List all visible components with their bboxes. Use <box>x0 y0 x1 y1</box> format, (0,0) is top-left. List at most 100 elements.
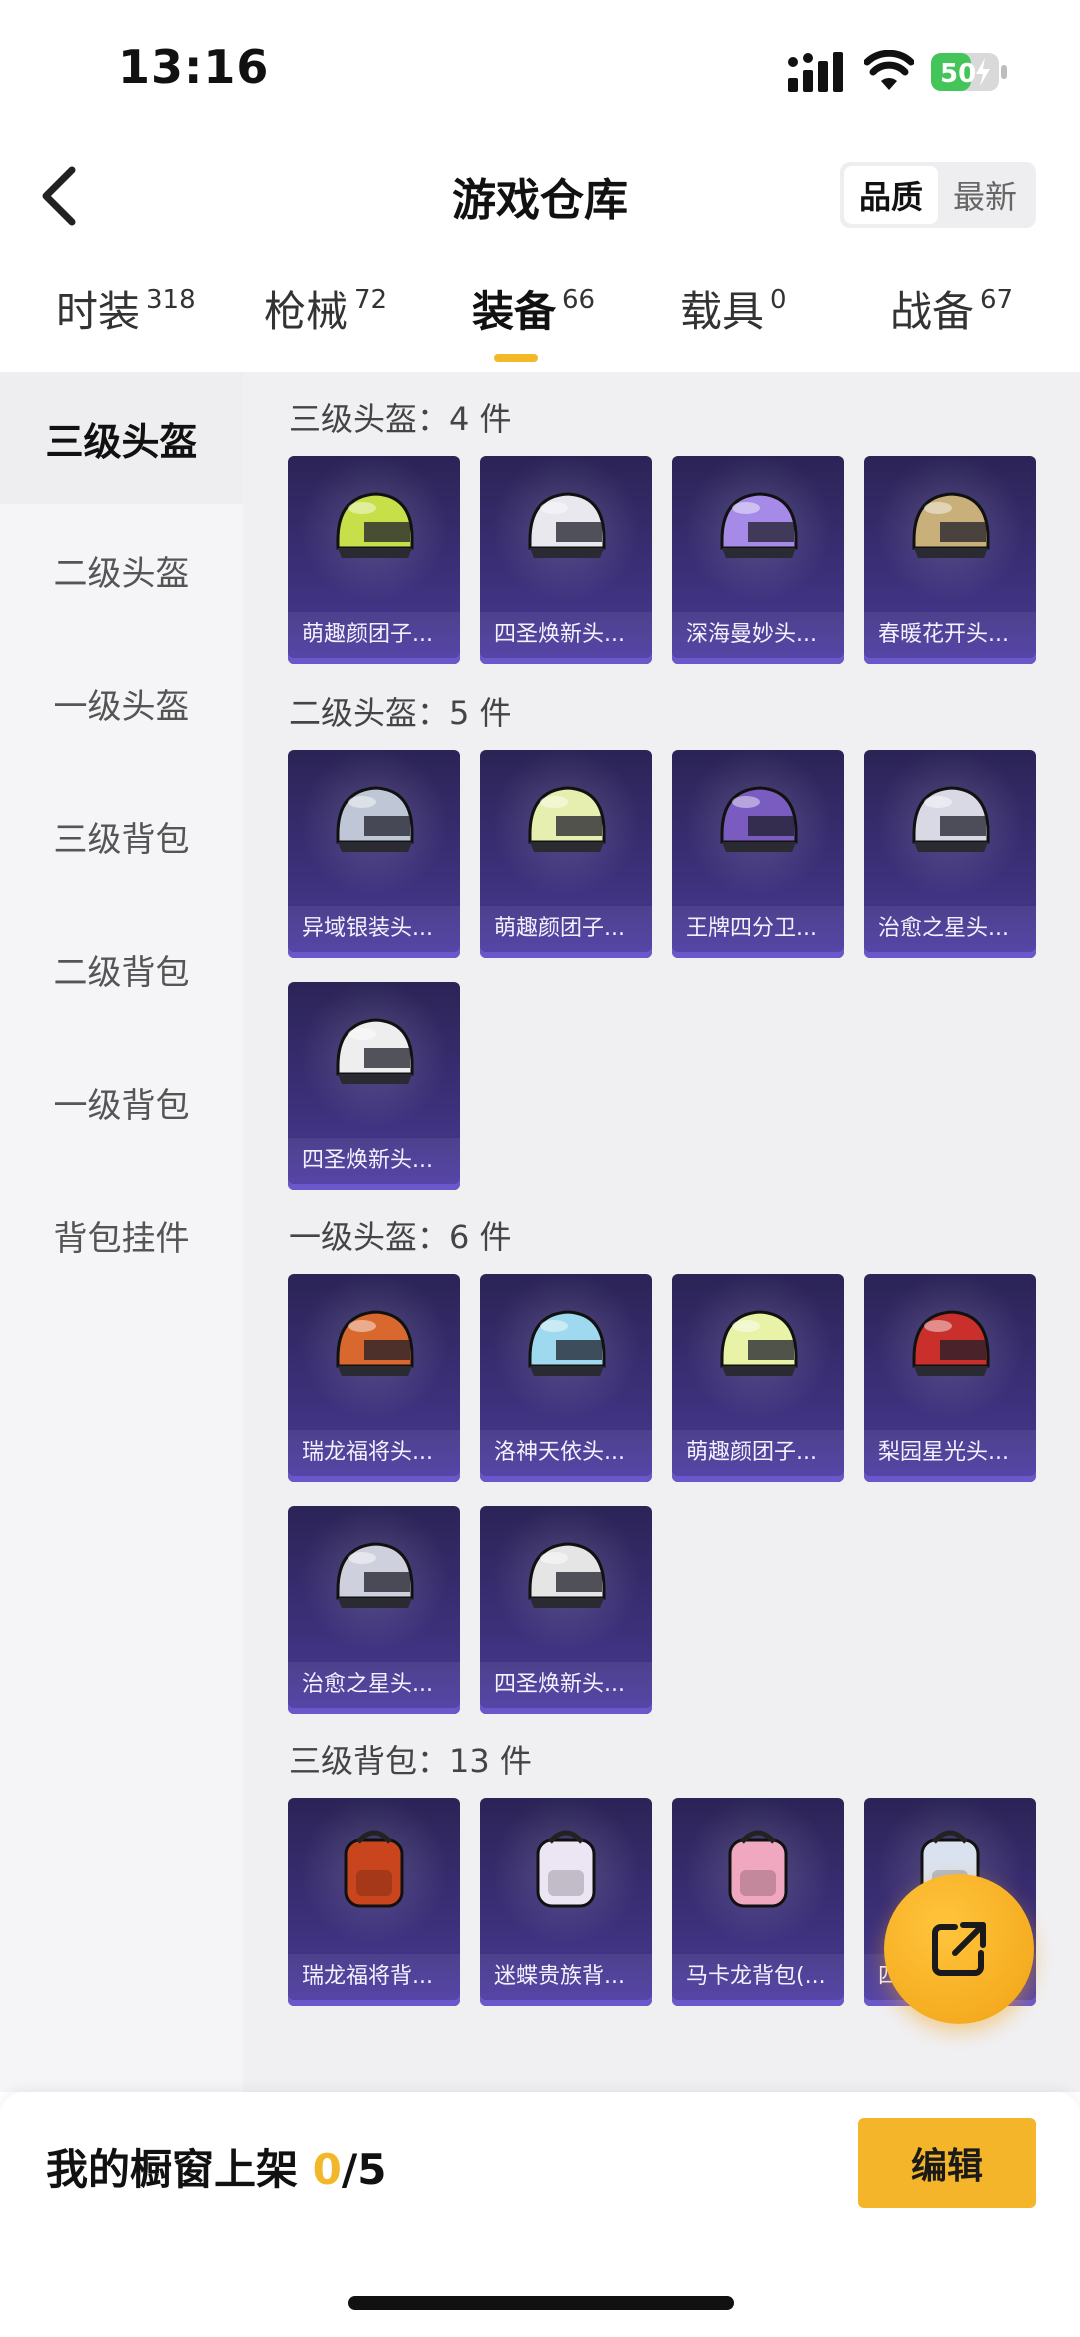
battery-level: 50 <box>940 59 976 89</box>
sidebar-item-level3-backpack[interactable]: 三级背包 <box>0 770 243 902</box>
tab-firearms[interactable]: 枪械 72 <box>264 278 387 339</box>
helmet-football-icon <box>720 786 798 852</box>
tab-fashion[interactable]: 时装 318 <box>56 278 196 339</box>
tab-count: 67 <box>980 285 1014 315</box>
helmet-floral-icon <box>912 492 990 558</box>
item-card[interactable]: 萌趣颜团子... <box>672 1274 844 1482</box>
helmet-silver-icon <box>336 786 414 852</box>
item-name: 萌趣颜团子... <box>288 612 460 658</box>
item-name: 四圣焕新头... <box>480 612 652 658</box>
item-name: 深海曼妙头... <box>672 612 844 658</box>
helmet-red-icon <box>912 1310 990 1376</box>
tab-supplies[interactable]: 战备 67 <box>890 278 1013 339</box>
item-card[interactable]: 瑞龙福将背... <box>288 1798 460 2006</box>
helmet-green-icon <box>528 786 606 852</box>
tab-label: 枪械 <box>264 287 349 336</box>
item-card[interactable]: 治愈之星头... <box>864 750 1036 958</box>
tab-equipment[interactable]: 装备 66 <box>472 278 595 339</box>
section-title: 二级头盔：5 件 <box>289 694 512 732</box>
item-card[interactable]: 深海曼妙头... <box>672 456 844 664</box>
helmet-white-icon <box>528 1542 606 1608</box>
sort-quality-option[interactable]: 品质 <box>844 166 938 224</box>
sort-toggle: 品质 最新 <box>840 162 1036 228</box>
tab-count: 66 <box>562 285 596 315</box>
helmet-crown-icon <box>720 492 798 558</box>
edit-button[interactable]: 编辑 <box>858 2118 1036 2208</box>
sidebar-item-level1-backpack[interactable]: 一级背包 <box>0 1036 243 1168</box>
shelf-used-count: 0 <box>312 2145 342 2194</box>
showcase-shelf-status: 我的橱窗上架 0/5 <box>46 2136 386 2197</box>
backpack-pink-icon <box>728 1830 788 1908</box>
shelf-label: 我的橱窗上架 <box>46 2145 313 2194</box>
active-tab-indicator <box>494 354 538 362</box>
cellular-signal-icon <box>788 52 843 92</box>
section-title: 三级头盔：4 件 <box>289 400 512 438</box>
item-name: 王牌四分卫... <box>672 906 844 952</box>
sidebar: 三级头盔 二级头盔 一级头盔 三级背包 二级背包 一级背包 背包挂件 <box>0 372 243 2092</box>
sidebar-item-level1-helmet[interactable]: 一级头盔 <box>0 637 243 769</box>
sidebar-item-level2-backpack[interactable]: 二级背包 <box>0 903 243 1035</box>
tab-label: 载具 <box>680 287 765 336</box>
item-name: 四圣焕新头... <box>480 1662 652 1708</box>
item-name: 异域银装头... <box>288 906 460 952</box>
item-name: 春暖花开头... <box>864 612 1036 658</box>
item-card[interactable]: 洛神天依头... <box>480 1274 652 1482</box>
item-card[interactable]: 王牌四分卫... <box>672 750 844 958</box>
tab-label: 装备 <box>472 287 557 336</box>
item-name: 治愈之星头... <box>864 906 1036 952</box>
tab-vehicles[interactable]: 载具 0 <box>680 278 787 339</box>
item-name: 治愈之星头... <box>288 1662 460 1708</box>
shelf-total-count: /5 <box>341 2145 387 2194</box>
category-tabs: 时装 318 枪械 72 装备 66 载具 0 战备 67 <box>0 250 1080 372</box>
item-name: 四圣焕新头... <box>288 1138 460 1184</box>
helmet-blue-icon <box>528 1310 606 1376</box>
item-name: 梨园星光头... <box>864 1430 1036 1476</box>
section-title: 一级头盔：6 件 <box>289 1218 512 1256</box>
status-time: 13:16 <box>118 40 270 94</box>
item-card[interactable]: 春暖花开头... <box>864 456 1036 664</box>
tab-label: 时装 <box>56 287 141 336</box>
item-name: 迷蝶贵族背... <box>480 1954 652 2000</box>
item-name: 瑞龙福将头... <box>288 1430 460 1476</box>
page-header: 游戏仓库 品质 最新 <box>0 140 1080 250</box>
tab-count: 318 <box>146 285 196 315</box>
item-card[interactable]: 瑞龙福将头... <box>288 1274 460 1482</box>
wifi-icon <box>864 50 914 90</box>
item-card[interactable]: 四圣焕新头... <box>480 456 652 664</box>
sidebar-item-backpack-pendant[interactable]: 背包挂件 <box>0 1169 243 1301</box>
item-card[interactable]: 异域银装头... <box>288 750 460 958</box>
item-card[interactable]: 萌趣颜团子... <box>288 456 460 664</box>
share-fab-button[interactable] <box>884 1874 1034 2024</box>
item-card[interactable]: 迷蝶贵族背... <box>480 1798 652 2006</box>
battery-icon: 50 <box>931 53 1007 91</box>
item-name: 萌趣颜团子... <box>672 1430 844 1476</box>
item-card[interactable]: 梨园星光头... <box>864 1274 1036 1482</box>
helmet-orange-icon <box>336 1310 414 1376</box>
item-name: 萌趣颜团子... <box>480 906 652 952</box>
item-card[interactable]: 治愈之星头... <box>288 1506 460 1714</box>
backpack-butterfly-icon <box>536 1830 596 1908</box>
item-grid: 三级头盔：4 件 二级头盔：5 件 一级头盔：6 件 三级背包：13 件 萌趣颜… <box>243 372 1080 2092</box>
sidebar-item-level2-helmet[interactable]: 二级头盔 <box>0 504 243 636</box>
helmet-star-icon <box>912 786 990 852</box>
external-link-icon <box>932 1922 986 1976</box>
item-card[interactable]: 四圣焕新头... <box>480 1506 652 1714</box>
item-card[interactable]: 四圣焕新头... <box>288 982 460 1190</box>
helmet-white-icon <box>528 492 606 558</box>
item-card[interactable]: 马卡龙背包(... <box>672 1798 844 2006</box>
backpack-dragon-icon <box>344 1830 404 1908</box>
tab-count: 0 <box>770 285 787 315</box>
status-bar: 13:16 50 <box>0 0 1080 140</box>
item-card[interactable]: 萌趣颜团子... <box>480 750 652 958</box>
section-title: 三级背包：13 件 <box>289 1742 532 1780</box>
item-name: 马卡龙背包(... <box>672 1954 844 2000</box>
item-name: 瑞龙福将背... <box>288 1954 460 2000</box>
item-name: 洛神天依头... <box>480 1430 652 1476</box>
helmet-star-icon <box>336 1542 414 1608</box>
tab-label: 战备 <box>890 287 975 336</box>
helmet-green-icon <box>336 492 414 558</box>
helmet-green-icon <box>720 1310 798 1376</box>
home-indicator <box>348 2296 734 2310</box>
sort-newest-option[interactable]: 最新 <box>938 166 1032 224</box>
sidebar-item-level3-helmet[interactable]: 三级头盔 <box>0 372 243 504</box>
